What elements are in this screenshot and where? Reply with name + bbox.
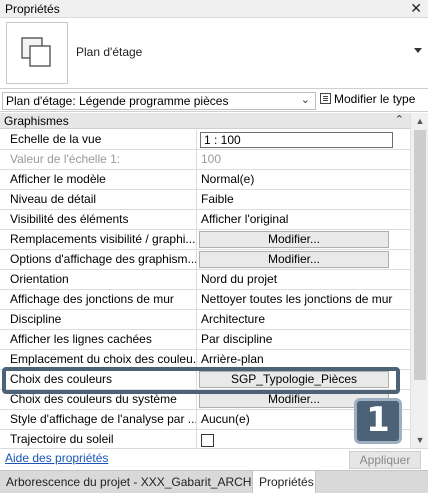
property-name: Afficher le modèle <box>0 170 197 190</box>
property-row-valeur-echelle: Valeur de l'échelle 1: 100 <box>0 150 410 170</box>
property-name: Remplacements visibilité / graphi... <box>0 230 197 250</box>
property-name: Choix des couleurs <box>0 370 197 390</box>
property-row-visibilite-elements: Visibilité des éléments Afficher l'origi… <box>0 210 410 230</box>
scroll-thumb[interactable] <box>414 130 426 380</box>
property-row-trajectoire-soleil: Trajectoire du soleil <box>0 430 410 448</box>
property-row-jonctions-mur: Affichage des jonctions de mur Nettoyer … <box>0 290 410 310</box>
property-value[interactable]: Nord du projet <box>197 270 410 290</box>
property-value[interactable]: Arrière-plan <box>197 350 410 370</box>
property-value[interactable]: Nettoyer toutes les jonctions de mur <box>197 290 410 310</box>
tab-properties[interactable]: Propriétés <box>252 471 316 493</box>
instance-selector-row: Plan d'étage: Légende programme pièces ⌄… <box>0 90 428 112</box>
type-selector[interactable]: Plan d'étage <box>0 18 428 89</box>
scroll-up-icon[interactable]: ▲ <box>411 113 428 129</box>
collapse-icon[interactable]: ⌃ <box>395 113 404 126</box>
edit-visibility-button[interactable]: Modifier... <box>199 231 389 248</box>
property-value: 100 <box>201 152 222 166</box>
property-value: SGP_Typologie_Pièces <box>197 370 410 390</box>
property-grid-scrollbar[interactable]: ▲ ▼ <box>410 113 428 448</box>
property-row-lignes-cachees: Afficher les lignes cachées Par discipli… <box>0 330 410 350</box>
close-icon[interactable]: ✕ <box>410 0 422 17</box>
property-value: Modifier... <box>197 250 410 270</box>
type-thumbnail <box>6 22 68 84</box>
help-link[interactable]: Aide des propriétés <box>5 451 108 465</box>
property-row-couleurs-systeme: Choix des couleurs du système Modifier..… <box>0 390 410 410</box>
property-name: Echelle de la vue <box>0 130 197 150</box>
floor-plan-icon <box>21 37 51 67</box>
group-header-graphismes[interactable]: Graphismes ⌃ <box>0 113 410 129</box>
edit-graphic-options-button[interactable]: Modifier... <box>199 251 389 268</box>
property-value[interactable]: Afficher l'original <box>197 210 410 230</box>
color-scheme-button[interactable]: SGP_Typologie_Pièces <box>199 371 389 388</box>
property-value[interactable]: Architecture <box>197 310 410 330</box>
edit-type-button[interactable]: Modifier le type <box>320 92 415 110</box>
group-label: Graphismes <box>4 114 69 128</box>
sun-path-checkbox[interactable] <box>201 434 214 447</box>
panel-title: Propriétés <box>5 2 60 16</box>
property-value[interactable]: Par discipline <box>197 330 410 350</box>
property-row-choix-couleurs: Choix des couleurs SGP_Typologie_Pièces <box>0 370 410 390</box>
property-name: Options d'affichage des graphism... <box>0 250 197 270</box>
type-dropdown-icon[interactable] <box>414 48 422 53</box>
callout-badge: 1 <box>354 398 402 444</box>
property-row-orientation: Orientation Nord du projet <box>0 270 410 290</box>
property-value[interactable]: Normal(e) <box>197 170 410 190</box>
property-name: Discipline <box>0 310 197 330</box>
properties-titlebar: Propriétés ✕ <box>0 0 428 18</box>
property-name: Choix des couleurs du système <box>0 390 197 410</box>
property-row-style-analyse: Style d'affichage de l'analyse par ... A… <box>0 410 410 430</box>
tab-project-browser[interactable]: Arborescence du projet - XXX_Gabarit_ARC… <box>0 471 255 493</box>
property-name: Emplacement du choix des couleu... <box>0 350 197 370</box>
instance-filter-dropdown[interactable]: Plan d'étage: Légende programme pièces ⌄ <box>2 92 316 110</box>
type-name: Plan d'étage <box>76 45 143 59</box>
property-row-emplacement-couleurs: Emplacement du choix des couleu... Arriè… <box>0 350 410 370</box>
property-row-afficher-modele: Afficher le modèle Normal(e) <box>0 170 410 190</box>
property-name: Orientation <box>0 270 197 290</box>
property-row-remplacements-visibilite: Remplacements visibilité / graphi... Mod… <box>0 230 410 250</box>
panel-tabs: Arborescence du projet - XXX_Gabarit_ARC… <box>0 470 428 493</box>
property-name: Affichage des jonctions de mur <box>0 290 197 310</box>
property-row-echelle: Echelle de la vue 1 : 100 <box>0 130 410 150</box>
property-value: Modifier... <box>197 230 410 250</box>
edit-type-icon <box>320 93 331 104</box>
property-name: Valeur de l'échelle 1: <box>0 150 197 170</box>
property-name: Visibilité des éléments <box>0 210 197 230</box>
property-name: Niveau de détail <box>0 190 197 210</box>
apply-button[interactable]: Appliquer <box>349 451 421 469</box>
scale-input[interactable]: 1 : 100 <box>200 132 393 148</box>
property-row-options-affichage: Options d'affichage des graphism... Modi… <box>0 250 410 270</box>
edit-type-label: Modifier le type <box>334 92 416 106</box>
property-row-discipline: Discipline Architecture <box>0 310 410 330</box>
chevron-down-icon: ⌄ <box>300 94 310 106</box>
property-name: Trajectoire du soleil <box>0 430 197 448</box>
property-row-niveau-detail: Niveau de détail Faible <box>0 190 410 210</box>
property-value[interactable]: Faible <box>197 190 410 210</box>
property-grid: Graphismes ⌃ Echelle de la vue 1 : 100 V… <box>0 113 410 448</box>
scroll-down-icon[interactable]: ▼ <box>411 432 428 448</box>
help-row: Aide des propriétés Appliquer <box>0 448 428 470</box>
property-name: Afficher les lignes cachées <box>0 330 197 350</box>
property-name: Style d'affichage de l'analyse par ... <box>0 410 197 430</box>
instance-filter-value: Plan d'étage: Légende programme pièces <box>6 94 229 108</box>
